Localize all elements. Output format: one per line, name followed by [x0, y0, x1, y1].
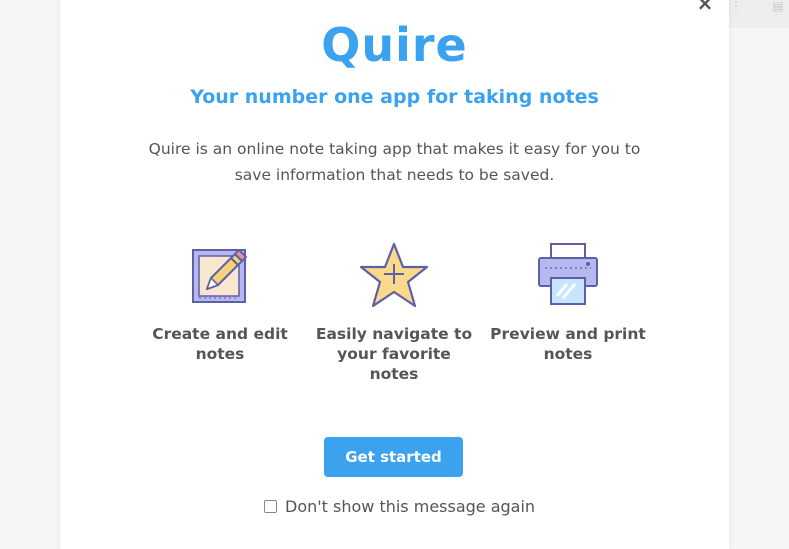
printer-icon — [538, 243, 598, 305]
feature-create-edit: Create and edit notes — [140, 240, 300, 364]
background-printer-icon: ▤ — [772, 0, 784, 13]
feature-preview-print: Preview and print notes — [488, 240, 648, 364]
background-toolbar: ⋮ ▤ — [729, 0, 789, 28]
star-icon — [359, 242, 429, 308]
close-icon[interactable]: × — [696, 0, 714, 13]
feature-navigate: Easily navigate to your favorite notes — [314, 240, 474, 384]
dont-show-checkbox[interactable] — [264, 499, 277, 513]
get-started-button[interactable]: Get started — [324, 437, 463, 477]
feature-label: Preview and print notes — [490, 325, 646, 363]
dont-show-again[interactable]: Don't show this message again — [264, 496, 535, 516]
feature-label: Easily navigate to your favorite notes — [315, 325, 473, 383]
description: Quire is an online note taking app that … — [148, 140, 641, 184]
edit-note-icon — [192, 249, 247, 303]
dont-show-label[interactable]: Don't show this message again — [285, 497, 535, 516]
app-logo: Quire — [321, 18, 468, 72]
feature-label: Create and edit notes — [152, 325, 288, 363]
welcome-modal: × Quire Your number one app for taking n… — [60, 0, 729, 549]
background-toolbar-icon: ⋮ — [730, 0, 742, 13]
tagline: Your number one app for taking notes — [190, 86, 599, 108]
